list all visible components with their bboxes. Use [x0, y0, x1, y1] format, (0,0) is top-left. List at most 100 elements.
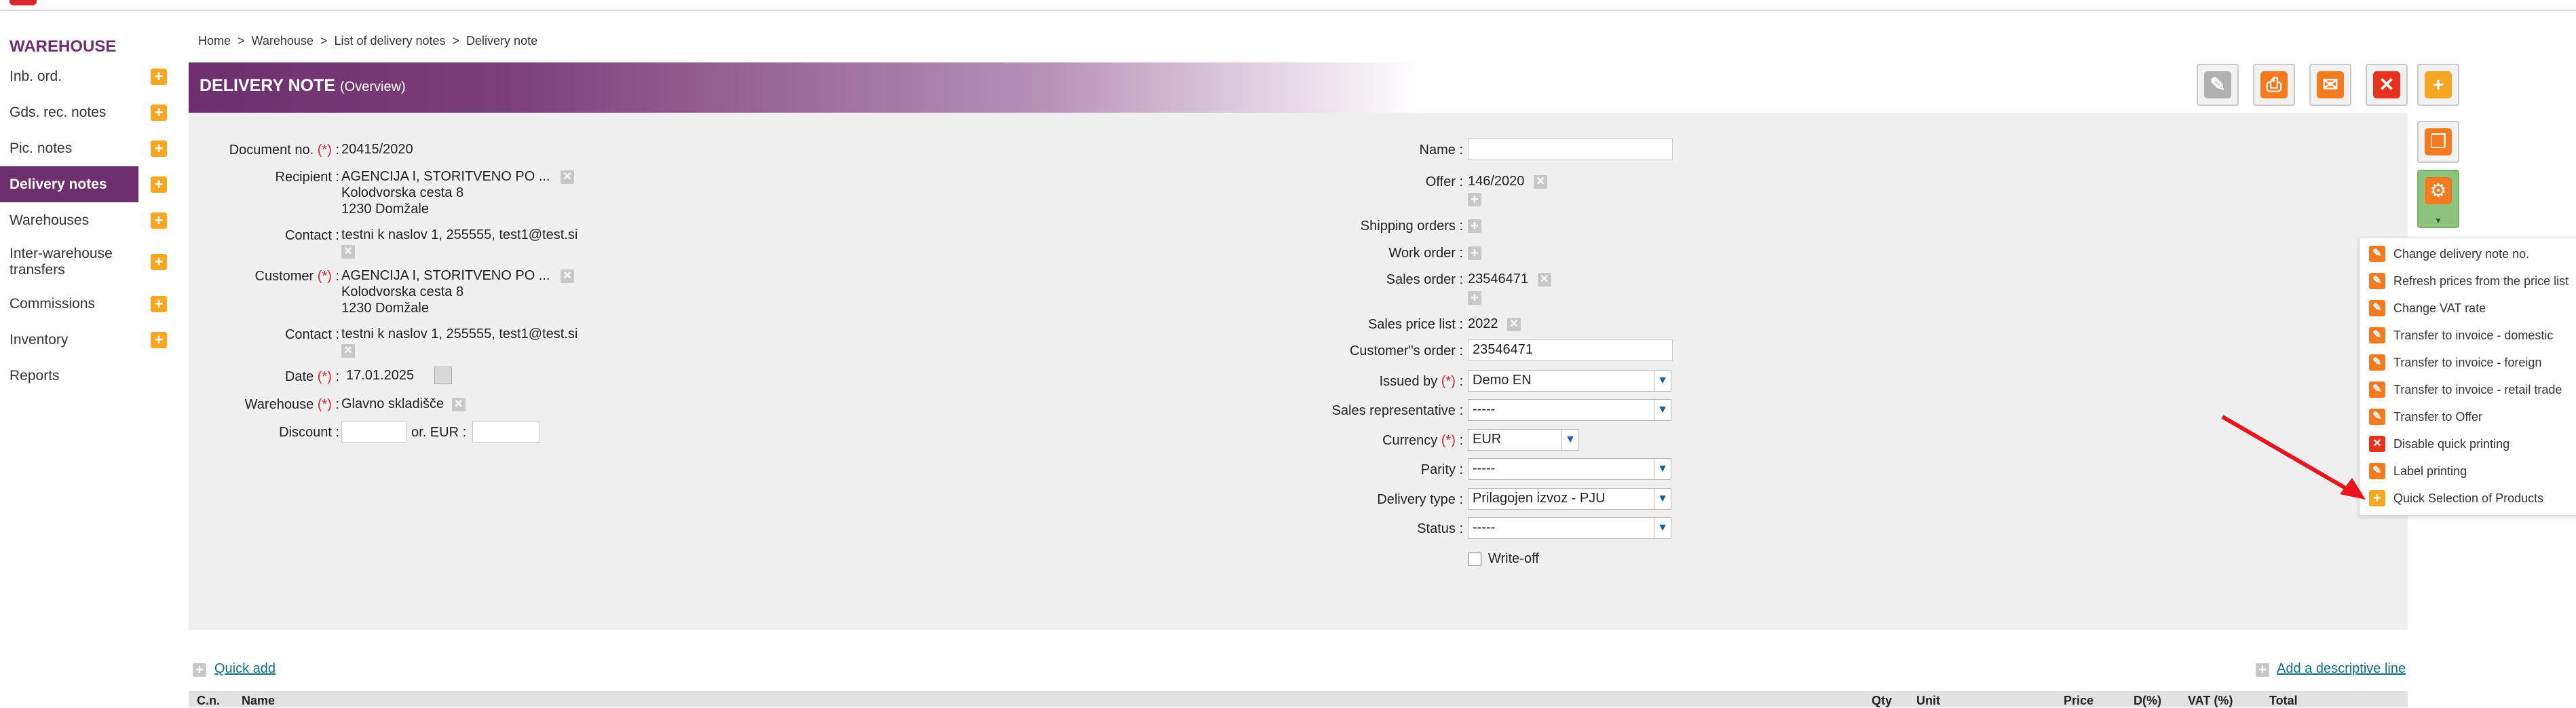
parity-select[interactable]: ----- ▼	[1468, 458, 1671, 480]
plus-icon[interactable]: +	[151, 295, 167, 312]
menu-item-label: Disable quick printing	[2393, 436, 2510, 451]
add-button[interactable]: +	[2417, 64, 2459, 106]
sidebar-title: WAREHOUSE	[10, 37, 117, 56]
plus-icon[interactable]: +	[151, 68, 167, 85]
discount-percent-input[interactable]	[341, 421, 406, 443]
customer-name[interactable]: AGENCIJA I, STORITVENO PO ...	[341, 268, 550, 283]
add-shipping-order-button[interactable]: +	[1468, 219, 1481, 234]
plus-icon[interactable]: +	[151, 140, 167, 157]
plus-icon[interactable]: +	[151, 212, 167, 229]
menu-item-transfer-invoice-domestic[interactable]: ✎ Transfer to invoice - domestic	[2369, 325, 2553, 346]
plus-icon: +	[193, 663, 206, 677]
issued-by-select[interactable]: Demo EN ▼	[1468, 370, 1671, 392]
contact-value: testni k naslov 1, 255555, test1@test.si…	[341, 326, 577, 358]
chevron-down-icon: ▼	[1654, 371, 1671, 391]
clear-customer-icon[interactable]: ✕	[561, 269, 575, 283]
contact-label: Contact :	[284, 327, 339, 342]
date-input[interactable]: 17.01.2025	[341, 365, 436, 387]
offer-text[interactable]: 146/2020	[1468, 174, 1524, 189]
contact-text[interactable]: testni k naslov 1, 255555, test1@test.si	[341, 227, 577, 243]
quick-add-icon[interactable]: +	[193, 663, 206, 678]
breadcrumb-warehouse[interactable]: Warehouse	[252, 34, 314, 48]
column-header-price: Price	[2064, 694, 2094, 707]
close-icon: ✕	[2373, 71, 2400, 98]
delete-button[interactable]: ✕	[2366, 64, 2408, 106]
currency-select[interactable]: EUR ▼	[1468, 429, 1579, 451]
discount-eur-input[interactable]	[472, 421, 540, 443]
plus-icon: +	[1468, 193, 1481, 206]
quick-add-link[interactable]: Quick add	[214, 661, 276, 677]
required-mark: (*)	[1441, 433, 1456, 448]
add-descriptive-line-icon[interactable]: +	[2256, 663, 2269, 678]
menu-item-transfer-to-offer[interactable]: ✎ Transfer to Offer	[2369, 407, 2482, 427]
warehouse-text[interactable]: Glavno skladišče	[341, 396, 444, 411]
contact-value: testni k naslov 1, 255555, test1@test.si…	[341, 227, 577, 259]
sales-order-text[interactable]: 23546471	[1468, 272, 1528, 286]
menu-item-refresh-prices[interactable]: ✎ Refresh prices from the price list	[2369, 271, 2569, 291]
menu-item-label: Refresh prices from the price list	[2393, 274, 2569, 288]
sidebar-item-goods-receipt-notes[interactable]: Gds. rec. notes +	[0, 94, 178, 130]
plus-icon[interactable]: +	[151, 331, 167, 348]
delivery-type-select[interactable]: Prilagojen izvoz - PJU ▼	[1468, 488, 1671, 510]
menu-item-label-printing[interactable]: ✎ Label printing	[2369, 461, 2467, 481]
email-button[interactable]: ✉	[2309, 64, 2351, 106]
breadcrumb-delivery-notes-list[interactable]: List of delivery notes	[334, 34, 445, 48]
menu-item-disable-quick-printing[interactable]: ✕ Disable quick printing	[2369, 434, 2509, 454]
recipient-city: 1230 Domžale	[341, 202, 429, 217]
contact-text[interactable]: testni k naslov 1, 255555, test1@test.si	[341, 326, 577, 342]
parity-value: -----	[1473, 461, 1496, 476]
name-input[interactable]	[1468, 138, 1673, 160]
breadcrumb-home[interactable]: Home	[198, 34, 231, 48]
sales-representative-select[interactable]: ----- ▼	[1468, 399, 1671, 421]
menu-item-quick-selection-of-products[interactable]: + Quick Selection of Products	[2369, 488, 2543, 508]
pencil-icon: ✎	[2204, 71, 2231, 98]
status-select[interactable]: ----- ▼	[1468, 517, 1671, 539]
plus-icon[interactable]: +	[151, 254, 167, 270]
clear-warehouse-icon[interactable]: ✕	[451, 397, 466, 411]
add-descriptive-line-link[interactable]: Add a descriptive line	[2277, 661, 2406, 677]
plus-icon[interactable]: +	[151, 104, 167, 121]
menu-item-change-vat-rate[interactable]: ✎ Change VAT rate	[2369, 298, 2486, 318]
plus-icon[interactable]: +	[151, 176, 167, 193]
sidebar-item-label: Pic. notes	[10, 140, 73, 156]
add-sales-order-button[interactable]: +	[1468, 291, 1481, 306]
clear-contact-icon[interactable]: ✕	[341, 343, 355, 358]
clear-offer-icon[interactable]: ✕	[1533, 174, 1547, 189]
calendar-icon[interactable]	[434, 367, 452, 384]
sidebar-item-label: Reports	[10, 367, 60, 384]
column-header-cn: C.n.	[197, 694, 220, 707]
clear-price-list-icon[interactable]: ✕	[1507, 317, 1521, 331]
clear-contact-icon[interactable]: ✕	[341, 244, 355, 259]
copy-button[interactable]: ❐	[2417, 121, 2459, 163]
write-off-checkbox[interactable]	[1468, 552, 1481, 566]
menu-item-transfer-invoice-retail[interactable]: ✎ Transfer to invoice - retail trade	[2369, 379, 2562, 400]
sidebar-item-inventory[interactable]: Inventory +	[0, 322, 178, 358]
add-offer-button[interactable]: +	[1468, 192, 1481, 208]
clear-recipient-icon[interactable]: ✕	[561, 170, 575, 184]
edit-button[interactable]: ✎	[2197, 64, 2239, 106]
add-work-order-button[interactable]: +	[1468, 246, 1481, 261]
menu-item-transfer-invoice-foreign[interactable]: ✎ Transfer to invoice - foreign	[2369, 352, 2541, 373]
menu-item-change-delivery-note-no[interactable]: ✎ Change delivery note no.	[2369, 244, 2529, 264]
sidebar-item-reports[interactable]: Reports	[0, 358, 178, 394]
sidebar-item-picking-notes[interactable]: Pic. notes +	[0, 130, 178, 166]
document-no-label-text: Document no.	[229, 143, 314, 157]
price-list-text[interactable]: 2022	[1468, 316, 1498, 331]
sidebar-item-inbound-orders[interactable]: Inb. ord. +	[0, 58, 178, 94]
chevron-down-icon: ▼	[1654, 459, 1671, 479]
sidebar-item-inter-warehouse-transfers[interactable]: Inter-warehouse transfers +	[0, 238, 178, 286]
recipient-name[interactable]: AGENCIJA I, STORITVENO PO ...	[341, 169, 550, 184]
sidebar-item-delivery-notes[interactable]: Delivery notes +	[0, 166, 167, 202]
print-button[interactable]: ⎙	[2253, 64, 2295, 106]
label-colon: :	[335, 269, 339, 284]
sidebar-item-warehouses[interactable]: Warehouses +	[0, 202, 178, 238]
sidebar-item-label: Inter-warehouse transfers	[10, 246, 113, 278]
column-header-discount: D(%)	[2134, 694, 2161, 707]
settings-menu-button[interactable]: ⚙ ▼	[2417, 170, 2459, 228]
clear-sales-order-icon[interactable]: ✕	[1537, 272, 1551, 286]
customers-order-input[interactable]: 23546471	[1468, 339, 1673, 361]
chevron-down-icon: ▼	[1654, 489, 1671, 509]
sales-order-label: Sales order :	[1386, 272, 1463, 287]
sidebar-item-commissions[interactable]: Commissions +	[0, 286, 178, 322]
customers-order-label: Customer"s order :	[1349, 343, 1463, 358]
